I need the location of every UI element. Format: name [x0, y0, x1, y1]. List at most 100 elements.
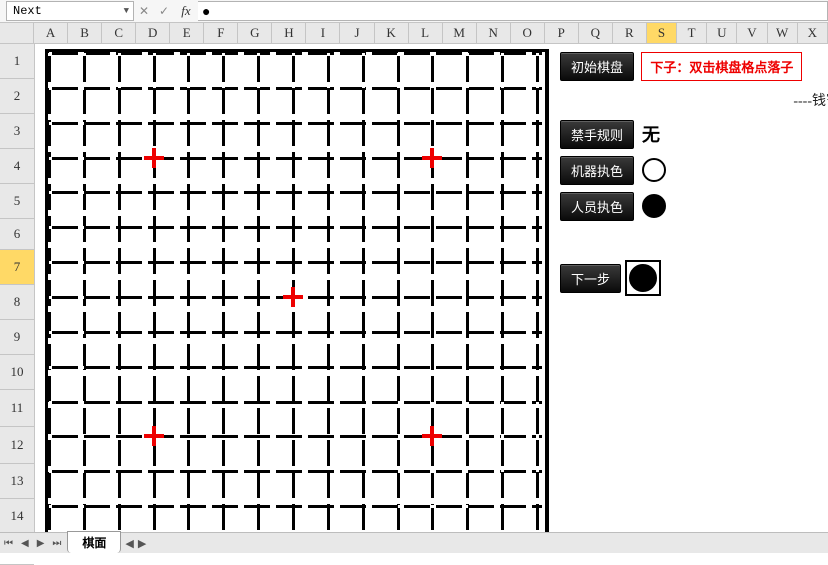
board-vline — [187, 53, 190, 549]
board-vline — [397, 53, 400, 549]
cell-area[interactable]: 初始棋盘 下子：双击棋盘格点落子 ----钱寈 禁手规则 无 机器执色 人员执色… — [35, 44, 828, 534]
board-hline — [49, 157, 545, 160]
col-header-D[interactable]: D — [136, 23, 170, 43]
col-header-F[interactable]: F — [204, 23, 238, 43]
row-header-14[interactable]: 14 — [0, 499, 34, 534]
col-header-V[interactable]: V — [737, 23, 767, 43]
board-hline — [49, 435, 545, 438]
formula-input[interactable]: ● — [198, 1, 828, 21]
tab-nav-first-icon[interactable]: ⏮ — [0, 538, 17, 549]
machine-color-icon — [642, 158, 666, 182]
board-hline — [49, 191, 545, 194]
col-header-C[interactable]: C — [102, 23, 136, 43]
board-star-point — [422, 148, 442, 168]
col-header-I[interactable]: I — [306, 23, 340, 43]
board-vline — [327, 53, 330, 549]
row-headers: 123456789101112131415 — [0, 44, 35, 534]
row-header-10[interactable]: 10 — [0, 355, 34, 390]
instruction-banner: 下子：双击棋盘格点落子 — [641, 52, 802, 81]
row-header-9[interactable]: 9 — [0, 320, 34, 355]
col-header-E[interactable]: E — [170, 23, 204, 43]
board-vline — [362, 53, 365, 549]
board-vline — [257, 53, 260, 549]
go-board[interactable] — [45, 49, 549, 553]
init-board-button[interactable]: 初始棋盘 — [560, 52, 634, 81]
tab-nav-last-icon[interactable]: ⏭ — [48, 538, 65, 549]
row-header-4[interactable]: 4 — [0, 149, 34, 184]
col-header-M[interactable]: M — [443, 23, 477, 43]
row-header-2[interactable]: 2 — [0, 79, 34, 114]
col-header-Q[interactable]: Q — [579, 23, 613, 43]
human-color-icon — [642, 194, 666, 218]
col-header-L[interactable]: L — [409, 23, 443, 43]
board-star-point — [144, 148, 164, 168]
next-turn-indicator — [625, 260, 661, 296]
col-header-G[interactable]: G — [238, 23, 272, 43]
name-box-value: Next — [13, 4, 42, 18]
board-star-point — [144, 426, 164, 446]
row-header-6[interactable]: 6 — [0, 219, 34, 250]
board-hline — [49, 226, 545, 229]
board-hline — [49, 470, 545, 473]
tab-scroll-left-icon[interactable]: ◀ — [125, 537, 133, 550]
chevron-down-icon[interactable]: ▼ — [124, 6, 129, 16]
tab-nav-next-icon[interactable]: ▶ — [33, 538, 49, 549]
row-header-5[interactable]: 5 — [0, 184, 34, 219]
select-all-corner[interactable] — [0, 23, 34, 43]
forbid-rule-button[interactable]: 禁手规则 — [560, 120, 634, 149]
row-header-13[interactable]: 13 — [0, 464, 34, 499]
row-header-3[interactable]: 3 — [0, 114, 34, 149]
next-step-button[interactable]: 下一步 — [560, 264, 621, 293]
tab-scroll-right-icon[interactable]: ▶ — [138, 537, 146, 550]
board-hline — [49, 505, 545, 508]
board-hline — [49, 87, 545, 90]
board-vline — [48, 53, 51, 549]
board-vline — [153, 53, 156, 549]
sheet-tab-bar: ⏮ ◀ ▶ ⏭ 棋面 ◀ ▶ — [0, 532, 828, 553]
col-header-H[interactable]: H — [272, 23, 306, 43]
sheet-tab-active[interactable]: 棋面 — [67, 531, 121, 553]
col-header-U[interactable]: U — [707, 23, 737, 43]
board-star-point — [422, 426, 442, 446]
author-signature: ----钱寈 — [793, 90, 828, 110]
board-hline — [49, 52, 545, 55]
row-header-11[interactable]: 11 — [0, 390, 34, 427]
col-header-A[interactable]: A — [34, 23, 68, 43]
fx-label[interactable]: fx — [174, 3, 198, 19]
col-header-N[interactable]: N — [477, 23, 511, 43]
board-vline — [83, 53, 86, 549]
col-header-O[interactable]: O — [511, 23, 545, 43]
board-hline — [49, 401, 545, 404]
board-vline — [466, 53, 469, 549]
board-vline — [222, 53, 225, 549]
row-header-8[interactable]: 8 — [0, 285, 34, 320]
col-header-K[interactable]: K — [375, 23, 409, 43]
board-hline — [49, 122, 545, 125]
formula-value: ● — [202, 3, 210, 19]
next-turn-color-icon — [629, 264, 657, 292]
col-header-W[interactable]: W — [768, 23, 798, 43]
name-box[interactable]: Next ▼ — [6, 1, 134, 21]
board-star-point — [283, 287, 303, 307]
board-hline — [49, 331, 545, 334]
tab-nav-prev-icon[interactable]: ◀ — [17, 538, 33, 549]
confirm-icon[interactable]: ✓ — [154, 4, 174, 18]
board-hline — [49, 261, 545, 264]
cancel-icon[interactable]: ✕ — [134, 4, 154, 18]
machine-color-button[interactable]: 机器执色 — [560, 156, 634, 185]
col-header-R[interactable]: R — [613, 23, 647, 43]
row-header-1[interactable]: 1 — [0, 44, 34, 79]
row-header-7[interactable]: 7 — [0, 250, 34, 285]
board-vline — [118, 53, 121, 549]
col-header-P[interactable]: P — [545, 23, 579, 43]
column-headers: ABCDEFGHIJKLMNOPQRSTUVWX — [0, 23, 828, 44]
col-header-B[interactable]: B — [68, 23, 102, 43]
board-vline — [536, 53, 539, 549]
row-header-12[interactable]: 12 — [0, 427, 34, 464]
col-header-S[interactable]: S — [647, 23, 677, 43]
col-header-J[interactable]: J — [340, 23, 374, 43]
forbid-rule-value: 无 — [642, 121, 660, 147]
col-header-T[interactable]: T — [677, 23, 707, 43]
col-header-X[interactable]: X — [798, 23, 828, 43]
human-color-button[interactable]: 人员执色 — [560, 192, 634, 221]
